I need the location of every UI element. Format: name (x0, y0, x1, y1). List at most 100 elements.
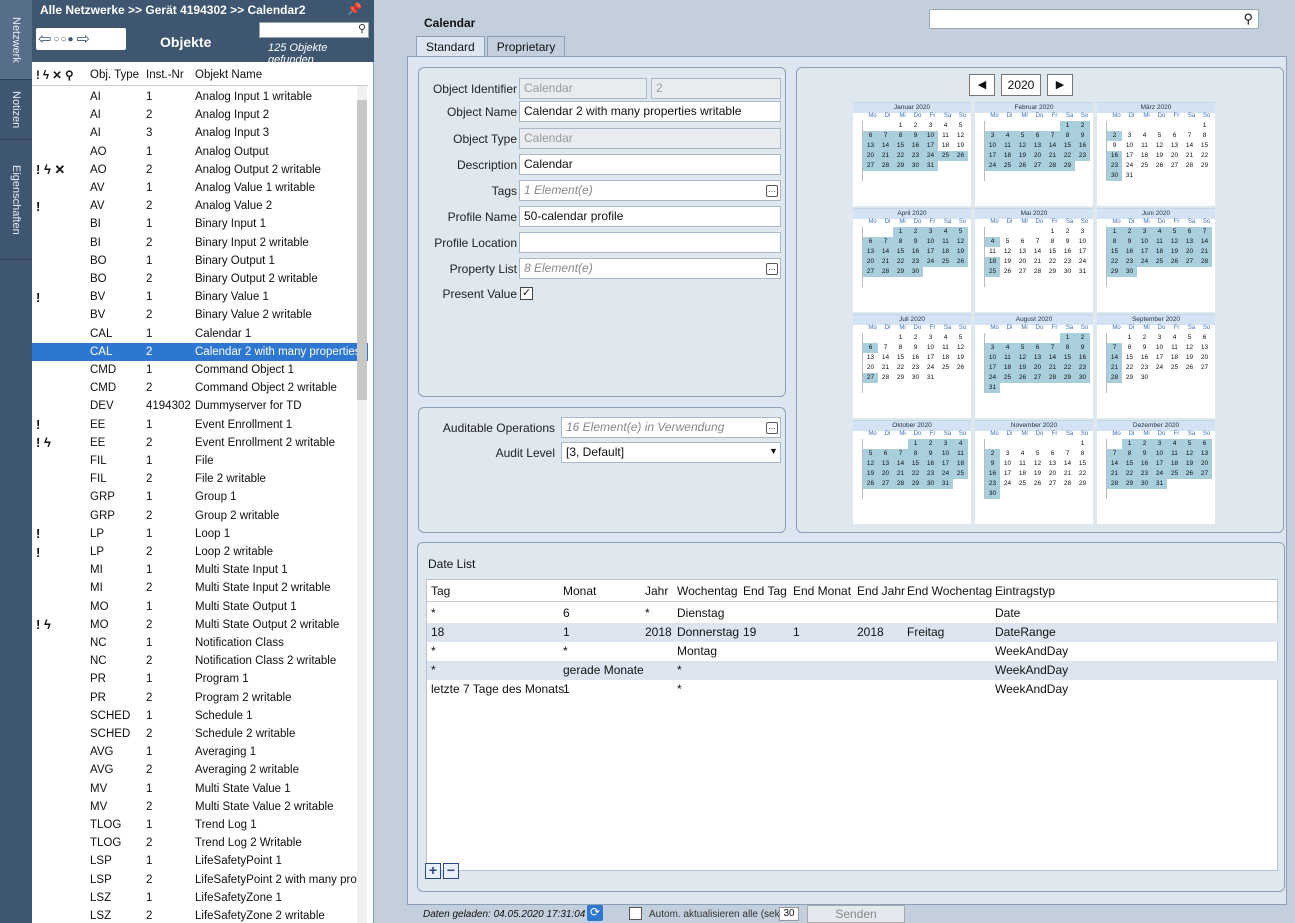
calendar-day[interactable]: 10 (923, 237, 938, 247)
calendar-day[interactable]: 13 (1030, 353, 1045, 363)
calendar-day[interactable]: 15 (1045, 247, 1060, 257)
calendar-day[interactable]: 1 (893, 333, 908, 343)
calendar-day[interactable]: 22 (893, 151, 908, 161)
calendar-day[interactable]: 24 (1000, 479, 1015, 489)
month-2[interactable]: Februar 2020 Mo Di Mi Do Fr Sa So 1 2 3 4 5 6 7 8 9 10 11 1… (975, 102, 1093, 206)
calendar-day[interactable]: 4 (1152, 227, 1167, 237)
calendar-day[interactable]: 8 (1060, 131, 1075, 141)
calendar-day[interactable]: 16 (1107, 151, 1122, 161)
calendar-day[interactable] (1122, 121, 1137, 131)
calendar-day[interactable]: 1 (1045, 227, 1060, 237)
calendar-day[interactable]: 4 (953, 439, 968, 449)
calendar-day[interactable]: 19 (1015, 151, 1030, 161)
calendar-day[interactable]: 24 (923, 257, 938, 267)
table-row[interactable]: MV 1 Multi State Value 1 (32, 780, 368, 798)
calendar-day[interactable]: 10 (938, 449, 953, 459)
table-row[interactable]: CAL 1 Calendar 1 (32, 325, 368, 343)
calendar-day[interactable]: 9 (1122, 237, 1137, 247)
calendar-day[interactable]: 11 (953, 449, 968, 459)
calendar-day[interactable]: 17 (1075, 247, 1090, 257)
calendar-day[interactable]: 21 (1197, 247, 1212, 257)
calendar-day[interactable]: 29 (1197, 161, 1212, 171)
calendar-day[interactable]: 19 (1000, 257, 1015, 267)
calendar-day[interactable] (1030, 121, 1045, 131)
table-row[interactable]: CMD 1 Command Object 1 (32, 361, 368, 379)
table-row[interactable]: letzte 7 Tage des Monats 1 * WeekAndDay (427, 680, 1279, 699)
calendar-day[interactable] (1030, 227, 1045, 237)
calendar-day[interactable]: 27 (1015, 267, 1030, 277)
table-row[interactable]: ! BV 1 Binary Value 1 (32, 288, 368, 306)
calendar-day[interactable]: 10 (1152, 449, 1167, 459)
calendar-day[interactable]: 2 (908, 333, 923, 343)
tab-notizen[interactable]: Notizen (0, 80, 32, 140)
calendar-day[interactable]: 6 (1197, 439, 1212, 449)
calendar-day[interactable]: 20 (863, 151, 878, 161)
calendar-day[interactable]: 26 (1182, 469, 1197, 479)
column-header[interactable]: End Jahr (857, 584, 905, 598)
table-row[interactable]: NC 1 Notification Class (32, 634, 368, 652)
calendar-day[interactable]: 30 (1137, 373, 1152, 383)
calendar-day[interactable]: 29 (1060, 373, 1075, 383)
calendar-day[interactable]: 10 (923, 343, 938, 353)
calendar-day[interactable]: 20 (863, 257, 878, 267)
calendar-day[interactable]: 2 (985, 449, 1000, 459)
table-row[interactable]: ! LP 2 Loop 2 writable (32, 543, 368, 561)
calendar-day[interactable]: 22 (908, 469, 923, 479)
calendar-day[interactable]: 11 (1167, 449, 1182, 459)
calendar-day[interactable]: 17 (1137, 247, 1152, 257)
calendar-day[interactable]: 15 (1197, 141, 1212, 151)
calendar-day[interactable]: 11 (1152, 237, 1167, 247)
calendar-day[interactable]: 1 (1122, 333, 1137, 343)
table-row[interactable]: ! AV 2 Analog Value 2 (32, 197, 368, 215)
table-row[interactable]: SCHED 1 Schedule 1 (32, 707, 368, 725)
calendar-day[interactable]: 5 (1152, 131, 1167, 141)
table-row[interactable]: FIL 1 File (32, 452, 368, 470)
calendar-day[interactable]: 5 (1182, 439, 1197, 449)
calendar-day[interactable]: 25 (938, 257, 953, 267)
calendar-day[interactable]: 23 (908, 257, 923, 267)
calendar-day[interactable]: 19 (1015, 363, 1030, 373)
calendar-day[interactable]: 29 (893, 373, 908, 383)
calendar-day[interactable]: 17 (923, 353, 938, 363)
table-row[interactable]: ! EE 1 Event Enrollment 1 (32, 416, 368, 434)
calendar-day[interactable]: 10 (1122, 141, 1137, 151)
calendar-day[interactable]: 6 (1197, 333, 1212, 343)
calendar-day[interactable]: 12 (1182, 449, 1197, 459)
calendar-day[interactable]: 3 (1122, 131, 1137, 141)
calendar-day[interactable]: 8 (1045, 237, 1060, 247)
calendar-day[interactable]: 30 (1122, 267, 1137, 277)
calendar-day[interactable]: 26 (1015, 161, 1030, 171)
calendar-day[interactable]: 17 (923, 247, 938, 257)
calendar-day[interactable] (863, 121, 878, 131)
calendar-day[interactable]: 6 (863, 237, 878, 247)
calendar-day[interactable]: 28 (1045, 373, 1060, 383)
calendar-day[interactable]: 26 (1152, 161, 1167, 171)
calendar-day[interactable]: 13 (1197, 343, 1212, 353)
table-row[interactable]: AI 2 Analog Input 2 (32, 106, 368, 124)
calendar-day[interactable]: 7 (1045, 343, 1060, 353)
calendar-day[interactable]: 2 (1137, 333, 1152, 343)
calendar-day[interactable]: 22 (1197, 151, 1212, 161)
month-6[interactable]: Juni 2020 Mo Di Mi Do Fr Sa So 1 2 3 4 5 6 7 8 9 10 11 12 13… (1097, 208, 1215, 312)
calendar-day[interactable]: 2 (1060, 227, 1075, 237)
calendar-day[interactable]: 18 (1167, 353, 1182, 363)
calendar-day[interactable]: 4 (1167, 333, 1182, 343)
calendar-day[interactable]: 17 (985, 363, 1000, 373)
calendar-day[interactable]: 10 (985, 141, 1000, 151)
flags-header[interactable]: ! ϟ ✕ ⚲ (36, 68, 74, 82)
calendar-day[interactable]: 16 (1075, 353, 1090, 363)
calendar-day[interactable]: 15 (893, 141, 908, 151)
calendar-day[interactable]: 25 (938, 151, 953, 161)
calendar-day[interactable]: 12 (953, 343, 968, 353)
calendar-day[interactable] (1000, 121, 1015, 131)
calendar-day[interactable]: 10 (923, 131, 938, 141)
calendar-day[interactable]: 21 (878, 151, 893, 161)
column-header[interactable]: Wochentag (677, 584, 738, 598)
object-name-field[interactable]: Calendar 2 with many properties writable (519, 101, 781, 122)
calendar-day[interactable]: 18 (938, 353, 953, 363)
table-row[interactable]: ! ϟ MO 2 Multi State Output 2 writable (32, 616, 368, 634)
chevron-down-icon[interactable]: ▼ (769, 446, 778, 456)
calendar-day[interactable]: 23 (1122, 257, 1137, 267)
calendar-day[interactable]: 13 (1197, 449, 1212, 459)
calendar-day[interactable]: 22 (1045, 257, 1060, 267)
